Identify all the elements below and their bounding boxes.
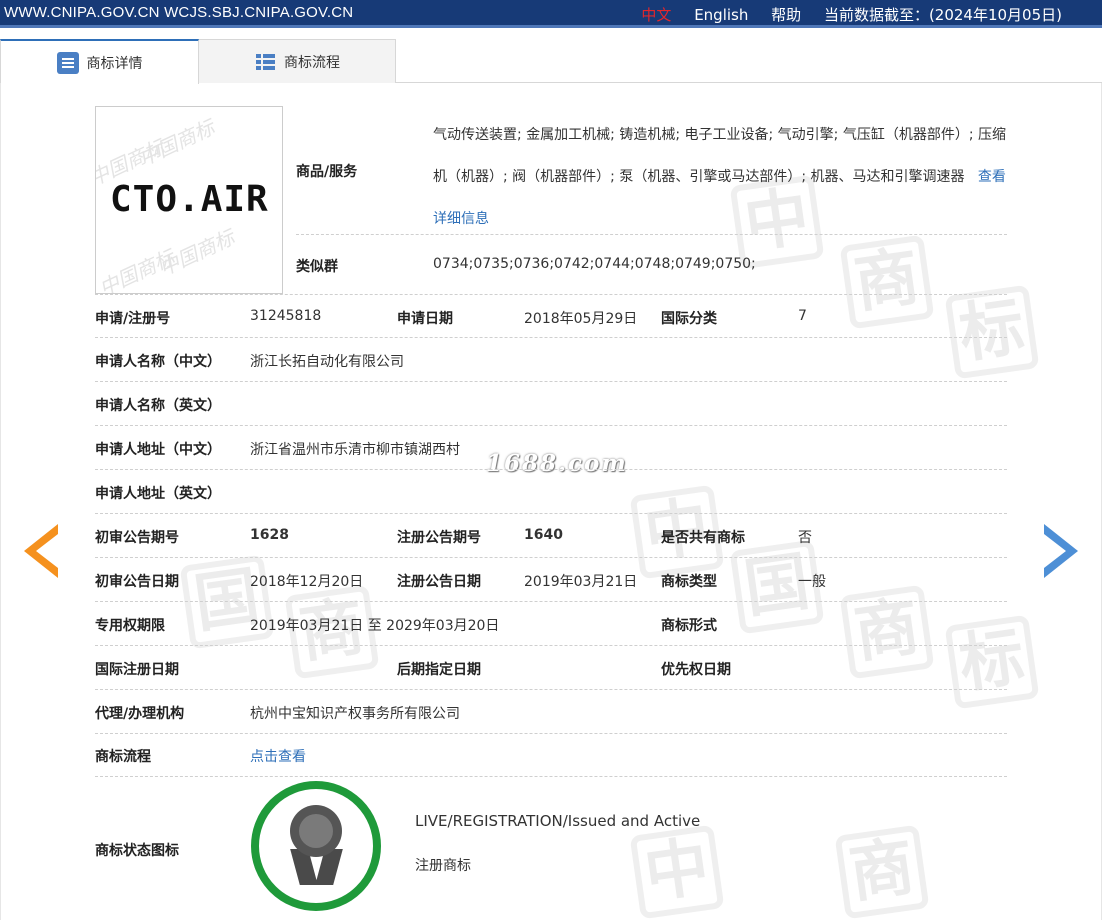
top-bar-right: 中文 English 帮助 当前数据截至：(2024年10月05日)	[641, 4, 1062, 25]
divider	[95, 381, 1007, 382]
reg-no-value: 31245818	[250, 308, 322, 324]
tab-label: 商标详情	[86, 55, 143, 72]
tab-trademark-flow[interactable]: 商标流程	[199, 39, 396, 83]
reg-notice-no-label: 注册公告期号	[397, 530, 481, 546]
goods-label: 商品/服务	[296, 164, 358, 180]
trademark-flow-label: 商标流程	[95, 749, 151, 765]
divider	[95, 776, 1007, 777]
medal-icon	[290, 805, 342, 857]
watermark-char: 商	[839, 234, 935, 330]
view-flow-link[interactable]: 点击查看	[250, 746, 306, 766]
reg-notice-no-value: 1640	[524, 527, 563, 543]
prelim-date-value: 2018年12月20日	[250, 574, 364, 590]
divider	[95, 733, 1007, 734]
goods-list: 气动传送装置; 金属加工机械; 铸造机械; 电子工业设备; 气动引擎; 气压缸（…	[433, 127, 1006, 185]
divider	[95, 469, 1007, 470]
reg-notice-date-value: 2019年03月21日	[524, 574, 638, 590]
agent-value: 杭州中宝知识产权事务所有限公司	[250, 706, 460, 722]
status-en: LIVE/REGISTRATION/Issued and Active	[415, 812, 701, 830]
similar-group-value: 0734;0735;0736;0742;0744;0748;0749;0750;	[433, 256, 756, 272]
reg-no-label: 申请/注册号	[95, 311, 171, 327]
data-date: 当前数据截至：(2024年10月05日)	[823, 6, 1062, 24]
divider	[95, 557, 1007, 558]
divider	[95, 337, 1007, 338]
watermark-char: 商	[839, 584, 935, 680]
address-cn-label: 申请人地址（中文）	[95, 442, 221, 458]
goods-text: 气动传送装置; 金属加工机械; 铸造机械; 电子工业设备; 气动引擎; 气压缸（…	[433, 114, 1009, 240]
document-icon	[56, 51, 79, 74]
prelim-no-label: 初审公告期号	[95, 530, 179, 546]
prelim-no-value: 1628	[250, 527, 289, 543]
applicant-cn-label: 申请人名称（中文）	[95, 354, 221, 370]
prelim-date-label: 初审公告日期	[95, 574, 179, 590]
watermark-char: 国	[179, 554, 275, 650]
status-icon-label: 商标状态图标	[95, 843, 179, 859]
agent-label: 代理/办理机构	[95, 706, 185, 722]
applicant-cn-value: 浙江长拓自动化有限公司	[250, 354, 404, 370]
address-cn-value: 浙江省温州市乐清市柳市镇湖西村	[250, 442, 460, 458]
prev-arrow-icon[interactable]	[24, 524, 58, 578]
applicant-en-label: 申请人名称（英文）	[95, 398, 221, 414]
apply-date-value: 2018年05月29日	[524, 311, 638, 327]
mark-type-label: 商标类型	[661, 574, 717, 590]
intl-reg-date-label: 国际注册日期	[95, 662, 179, 678]
trademark-logo-text: CTO.AIR	[110, 179, 269, 220]
shared-label: 是否共有商标	[661, 530, 745, 546]
top-bar: WWW.CNIPA.GOV.CN WCJS.SBJ.CNIPA.GOV.CN 中…	[0, 0, 1102, 28]
tab-trademark-detail[interactable]: 商标详情	[0, 39, 199, 84]
trademark-image: 中国商标 中国商标 中国商标 中国商标 CTO.AIR	[95, 106, 283, 294]
shared-value: 否	[798, 530, 812, 546]
tab-bar: 商标详情 商标流程	[0, 39, 1102, 84]
priority-date-label: 优先权日期	[661, 662, 731, 678]
lang-chinese-link[interactable]: 中文	[641, 6, 671, 24]
reg-notice-date-label: 注册公告日期	[397, 574, 481, 590]
divider	[296, 234, 1007, 235]
mark-form-label: 商标形式	[661, 618, 717, 634]
term-value: 2019年03月21日 至 2029年03月20日	[250, 618, 500, 634]
watermark-char: 商	[834, 824, 930, 920]
intl-class-value: 7	[798, 308, 807, 324]
address-en-label: 申请人地址（英文）	[95, 486, 221, 502]
watermark-char: 中	[629, 824, 725, 920]
tab-label: 商标流程	[284, 54, 340, 71]
divider	[95, 294, 1007, 295]
apply-date-label: 申请日期	[397, 311, 453, 327]
registered-badge-icon	[251, 781, 381, 911]
divider	[95, 689, 1007, 690]
mark-type-value: 一般	[798, 574, 826, 590]
later-date-label: 后期指定日期	[397, 662, 481, 678]
help-link[interactable]: 帮助	[771, 6, 801, 24]
status-cn: 注册商标	[415, 858, 471, 874]
divider	[95, 513, 1007, 514]
divider	[95, 645, 1007, 646]
divider	[95, 425, 1007, 426]
watermark-char: 标	[944, 614, 1040, 710]
intl-class-label: 国际分类	[661, 311, 717, 327]
site-watermark: 1688.com	[486, 450, 628, 477]
list-icon	[254, 51, 276, 73]
lang-english-link[interactable]: English	[694, 6, 748, 24]
term-label: 专用权期限	[95, 618, 165, 634]
next-arrow-icon[interactable]	[1044, 524, 1078, 578]
divider	[95, 601, 1007, 602]
similar-group-label: 类似群	[296, 259, 338, 275]
site-links[interactable]: WWW.CNIPA.GOV.CN WCJS.SBJ.CNIPA.GOV.CN	[4, 4, 353, 21]
stamp-text: 中国商标	[95, 245, 178, 294]
watermark-char: 标	[944, 284, 1040, 380]
